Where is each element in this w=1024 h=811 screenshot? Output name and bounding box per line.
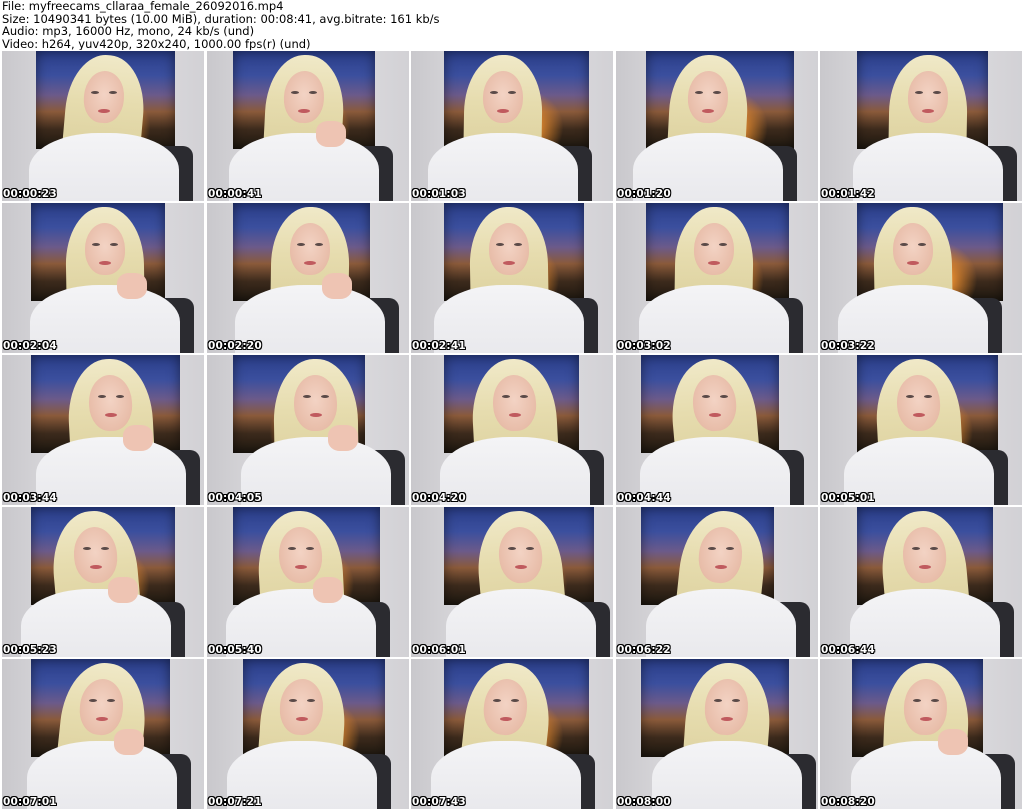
thumbnail-frame-image — [616, 51, 818, 201]
video-thumbnail: 00:08:00 — [616, 659, 818, 809]
thumbnail-frame-image — [820, 659, 1022, 809]
thumbnail-grid: 00:00:23 00:00:41 00:01:03 00:01:20 00:01:42… — [2, 51, 1022, 811]
video-thumbnail: 00:06:44 — [820, 507, 1022, 657]
thumbnail-frame-image — [820, 355, 1022, 505]
thumbnail-timestamp: 00:05:40 — [208, 644, 262, 656]
thumbnail-frame-image — [207, 51, 409, 201]
thumbnail-timestamp: 00:04:20 — [412, 492, 466, 504]
file-info-header: File: myfreecams_cllaraa_female_26092016… — [2, 0, 1022, 50]
video-thumbnail: 00:03:22 — [820, 203, 1022, 353]
thumbnail-timestamp: 00:06:44 — [821, 644, 875, 656]
thumbnail-timestamp: 00:07:01 — [3, 796, 57, 808]
thumbnail-frame-image — [616, 659, 818, 809]
video-thumbnail: 00:04:44 — [616, 355, 818, 505]
thumbnail-timestamp: 00:04:44 — [617, 492, 671, 504]
video-thumbnail: 00:06:01 — [411, 507, 613, 657]
thumbnail-timestamp: 00:05:01 — [821, 492, 875, 504]
video-thumbnail: 00:01:20 — [616, 51, 818, 201]
thumbnail-frame-image — [616, 507, 818, 657]
thumbnail-frame-image — [207, 355, 409, 505]
audio-info-line: Audio: mp3, 16000 Hz, mono, 24 kb/s (und… — [2, 24, 255, 38]
thumbnail-frame-image — [411, 355, 613, 505]
thumbnail-frame-image — [2, 355, 204, 505]
video-thumbnail: 00:06:22 — [616, 507, 818, 657]
thumbnail-timestamp: 00:03:02 — [617, 340, 671, 352]
thumbnail-frame-image — [2, 203, 204, 353]
file-name-line: File: myfreecams_cllaraa_female_26092016… — [2, 0, 284, 13]
thumbnail-frame-image — [411, 51, 613, 201]
thumbnail-frame-image — [207, 659, 409, 809]
video-thumbnail: 00:07:01 — [2, 659, 204, 809]
thumbnail-timestamp: 00:01:20 — [617, 188, 671, 200]
thumbnail-frame-image — [616, 203, 818, 353]
thumbnail-frame-image — [820, 203, 1022, 353]
thumbnail-frame-image — [2, 507, 204, 657]
thumbnail-timestamp: 00:08:20 — [821, 796, 875, 808]
thumbnail-frame-image — [2, 659, 204, 809]
thumbnail-timestamp: 00:08:00 — [617, 796, 671, 808]
thumbnail-frame-image — [411, 659, 613, 809]
video-thumbnail: 00:03:44 — [2, 355, 204, 505]
thumbnail-timestamp: 00:02:20 — [208, 340, 262, 352]
video-thumbnail: 00:07:21 — [207, 659, 409, 809]
video-thumbnail: 00:05:23 — [2, 507, 204, 657]
thumbnail-timestamp: 00:06:01 — [412, 644, 466, 656]
thumbnail-timestamp: 00:01:42 — [821, 188, 875, 200]
thumbnail-timestamp: 00:01:03 — [412, 188, 466, 200]
thumbnail-frame-image — [411, 203, 613, 353]
thumbnail-timestamp: 00:06:22 — [617, 644, 671, 656]
video-thumbnail: 00:05:01 — [820, 355, 1022, 505]
video-thumbnail: 00:05:40 — [207, 507, 409, 657]
thumbnail-timestamp: 00:02:04 — [3, 340, 57, 352]
video-thumbnail: 00:01:42 — [820, 51, 1022, 201]
thumbnail-timestamp: 00:03:22 — [821, 340, 875, 352]
video-thumbnail: 00:08:20 — [820, 659, 1022, 809]
thumbnail-frame-image — [411, 507, 613, 657]
video-info-line: Video: h264, yuv420p, 320x240, 1000.00 f… — [2, 36, 311, 50]
video-thumbnail: 00:02:41 — [411, 203, 613, 353]
thumbnail-timestamp: 00:07:43 — [412, 796, 466, 808]
thumbnail-frame-image — [207, 203, 409, 353]
thumbnail-frame-image — [820, 507, 1022, 657]
thumbnail-frame-image — [616, 355, 818, 505]
thumbnail-frame-image — [207, 507, 409, 657]
thumbnail-frame-image — [820, 51, 1022, 201]
thumbnail-timestamp: 00:00:23 — [3, 188, 57, 200]
thumbnail-frame-image — [2, 51, 204, 201]
video-thumbnail: 00:03:02 — [616, 203, 818, 353]
thumbnail-timestamp: 00:07:21 — [208, 796, 262, 808]
thumbnail-timestamp: 00:00:41 — [208, 188, 262, 200]
thumbnail-timestamp: 00:05:23 — [3, 644, 57, 656]
thumbnail-timestamp: 00:04:05 — [208, 492, 262, 504]
video-thumbnail: 00:04:20 — [411, 355, 613, 505]
thumbnail-timestamp: 00:03:44 — [3, 492, 57, 504]
thumbnail-timestamp: 00:02:41 — [412, 340, 466, 352]
video-thumbnail: 00:04:05 — [207, 355, 409, 505]
video-thumbnail: 00:02:04 — [2, 203, 204, 353]
video-thumbnail: 00:00:41 — [207, 51, 409, 201]
video-thumbnail: 00:07:43 — [411, 659, 613, 809]
video-thumbnail: 00:00:23 — [2, 51, 204, 201]
video-thumbnail: 00:02:20 — [207, 203, 409, 353]
video-thumbnail: 00:01:03 — [411, 51, 613, 201]
